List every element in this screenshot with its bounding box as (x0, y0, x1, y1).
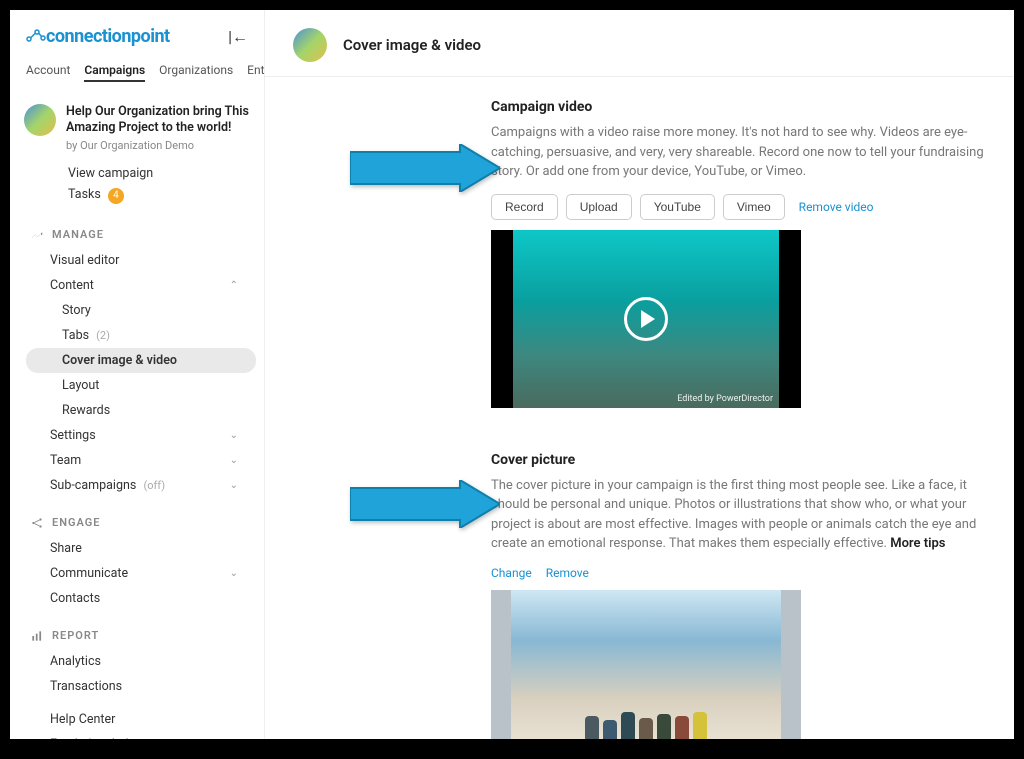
menu-tabs[interactable]: Tabs (2) (26, 323, 256, 348)
video-credit: Edited by PowerDirector (677, 394, 773, 404)
remove-video-link[interactable]: Remove video (799, 200, 874, 214)
collapse-sidebar-icon[interactable]: |← (228, 27, 248, 47)
upload-button[interactable]: Upload (566, 194, 632, 220)
tab-account[interactable]: Account (26, 63, 70, 82)
cover-image-content (585, 712, 707, 740)
chevron-down-icon: ⌄ (230, 430, 238, 441)
tasks-badge: 4 (108, 188, 124, 204)
tab-organizations[interactable]: Organizations (159, 63, 233, 82)
logo-nodes-icon (26, 29, 46, 43)
sidebar: connectionpoint |← Account Campaigns Org… (10, 10, 265, 739)
campaign-byline: by Our Organization Demo (66, 139, 250, 152)
menu-transactions[interactable]: Transactions (26, 674, 256, 699)
menu-story[interactable]: Story (26, 298, 256, 323)
campaign-title: Help Our Organization bring This Amazing… (66, 104, 250, 137)
menu-team[interactable]: Team⌄ (26, 448, 256, 473)
tasks-link[interactable]: Tasks 4 (68, 187, 248, 204)
menu-subcampaigns[interactable]: Sub-campaigns (off)⌄ (26, 473, 256, 498)
youtube-button[interactable]: YouTube (640, 194, 715, 220)
more-tips-link[interactable]: More tips (890, 536, 945, 551)
menu-cover-image-video[interactable]: Cover image & video (26, 348, 256, 373)
cover-preview[interactable] (491, 590, 801, 740)
video-preview[interactable]: Edited by PowerDirector (491, 230, 801, 408)
menu-analytics[interactable]: Analytics (26, 649, 256, 674)
video-button-row: Record Upload YouTube Vimeo Remove video (491, 194, 986, 220)
menu-layout[interactable]: Layout (26, 373, 256, 398)
chevron-up-icon: ⌃ (230, 280, 238, 291)
cover-heading: Cover picture (491, 452, 986, 468)
vimeo-button[interactable]: Vimeo (723, 194, 785, 220)
play-icon[interactable] (624, 297, 668, 341)
section-manage: MANAGE (10, 210, 264, 248)
menu-help-center[interactable]: Help Center (26, 707, 256, 732)
header-avatar (293, 28, 327, 62)
video-heading: Campaign video (491, 99, 986, 115)
section-engage: ENGAGE (10, 498, 264, 536)
top-tabs: Account Campaigns Organizations Enterpri… (10, 51, 264, 90)
record-button[interactable]: Record (491, 194, 558, 220)
video-description: Campaigns with a video raise more money.… (491, 123, 986, 182)
tools-icon (30, 228, 44, 242)
campaign-avatar (24, 104, 56, 136)
remove-cover-link[interactable]: Remove (546, 566, 589, 580)
section-report: REPORT (10, 611, 264, 649)
cover-description: The cover picture in your campaign is th… (491, 476, 986, 554)
brand-logo[interactable]: connectionpoint (26, 26, 170, 47)
menu-fundraiser-hub[interactable]: Fundraiser hub (26, 732, 256, 740)
page-title: Cover image & video (343, 36, 481, 54)
menu-settings[interactable]: Settings⌄ (26, 423, 256, 448)
menu-rewards[interactable]: Rewards (26, 398, 256, 423)
change-cover-link[interactable]: Change (491, 566, 532, 580)
page-header: Cover image & video (265, 10, 1014, 77)
bar-chart-icon (30, 629, 44, 643)
chevron-down-icon: ⌄ (230, 455, 238, 466)
menu-content[interactable]: Content⌃ (26, 273, 256, 298)
menu-contacts[interactable]: Contacts (26, 586, 256, 611)
chevron-down-icon: ⌄ (230, 568, 238, 579)
view-campaign-link[interactable]: View campaign (68, 166, 248, 181)
menu-visual-editor[interactable]: Visual editor (26, 248, 256, 273)
menu-communicate[interactable]: Communicate⌄ (26, 561, 256, 586)
share-icon (30, 516, 44, 530)
main-content: Cover image & video Campaign video Campa… (265, 10, 1014, 739)
tab-campaigns[interactable]: Campaigns (84, 63, 145, 82)
menu-share[interactable]: Share (26, 536, 256, 561)
current-campaign: Help Our Organization bring This Amazing… (10, 90, 264, 158)
chevron-down-icon: ⌄ (230, 480, 238, 491)
tab-enterprise[interactable]: Enterprise (247, 63, 265, 82)
